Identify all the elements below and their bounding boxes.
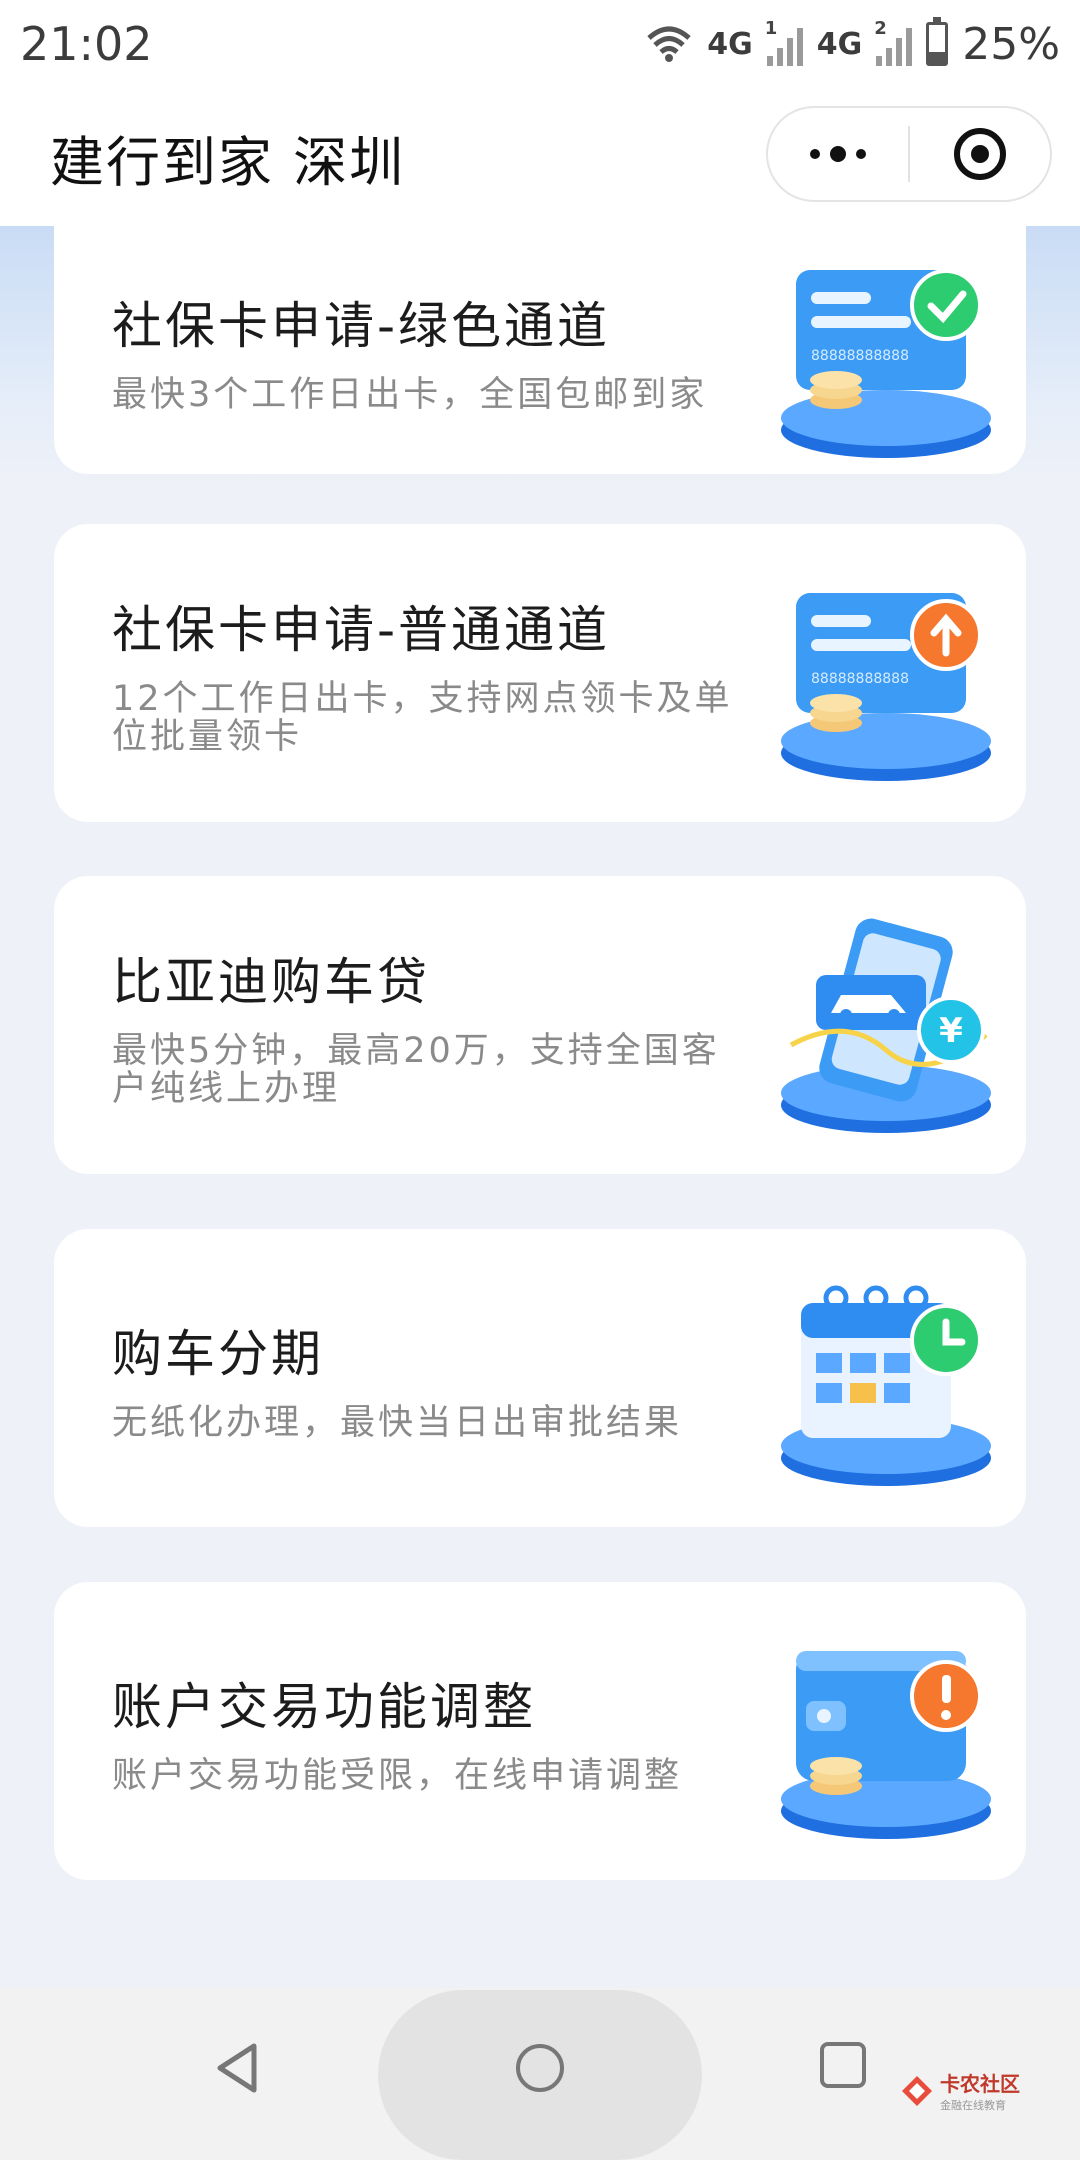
battery-icon: [926, 17, 949, 66]
watermark-logo: [902, 2075, 932, 2106]
card-number: 88888888888: [811, 671, 909, 687]
watermark: 卡农社区 金融在线教育: [900, 2068, 1020, 2113]
back-icon[interactable]: [210, 2038, 266, 2098]
close-button[interactable]: [910, 108, 1050, 200]
more-button[interactable]: [768, 108, 908, 200]
status-bar: 21:02 4G 1 4G 2 25%: [0, 0, 1080, 88]
service-card-green-channel[interactable]: 社保卡申请-绿色通道 最快3个工作日出卡，全国包邮到家 88888888888: [54, 226, 1026, 474]
service-card-normal-channel[interactable]: 社保卡申请-普通通道 12个工作日出卡，支持网点领卡及单位批量领卡 888888…: [54, 524, 1026, 822]
signal-icon: 1: [765, 18, 803, 66]
card-check-icon: 88888888888: [781, 269, 991, 458]
card-upload-icon: 88888888888: [781, 593, 991, 781]
recent-apps-icon[interactable]: [820, 2042, 866, 2088]
svg-text:¥: ¥: [939, 1011, 963, 1051]
watermark-title: 卡农社区: [940, 2072, 1020, 2096]
service-card-account-adjust[interactable]: 账户交易功能调整 账户交易功能受限，在线申请调整: [54, 1582, 1026, 1880]
network-type-2: 4G: [816, 26, 863, 62]
service-card-car-installment[interactable]: 购车分期 无纸化办理，最快当日出审批结果: [54, 1229, 1026, 1527]
card-number: 88888888888: [811, 348, 909, 364]
system-nav-bar: 卡农社区 金融在线教育: [0, 1988, 1080, 2160]
sim-2-label: 2: [874, 18, 887, 39]
watermark-subtitle: 金融在线教育: [940, 2099, 1006, 2112]
card-desc: 最快3个工作日出卡，全国包邮到家: [112, 375, 708, 415]
card-title: 社保卡申请-普通通道: [112, 601, 611, 659]
status-time: 21:02: [20, 17, 153, 71]
card-title: 比亚迪购车贷: [112, 953, 430, 1011]
card-desc: 12个工作日出卡，支持网点领卡及单位批量领卡: [112, 679, 733, 757]
battery-percent: 25%: [962, 18, 1060, 70]
card-desc: 最快5分钟，最高20万，支持全国客户纯线上办理: [112, 1031, 720, 1109]
sim-1-label: 1: [764, 18, 778, 39]
card-title: 账户交易功能调整: [112, 1678, 536, 1736]
wallet-alert-icon: [781, 1651, 991, 1839]
more-dots-icon: [810, 146, 866, 162]
status-icons: 4G 1 4G 2 25%: [645, 17, 1060, 70]
wifi-icon: [647, 26, 691, 62]
network-type-1: 4G: [707, 26, 753, 62]
signal-icon: 2: [874, 18, 913, 66]
service-card-byd-car-loan[interactable]: 比亚迪购车贷 最快5分钟，最高20万，支持全国客户纯线上办理 ¥: [54, 876, 1026, 1174]
mini-program-header: 建行到家 深圳: [0, 88, 1080, 226]
card-desc: 无纸化办理，最快当日出审批结果: [112, 1403, 683, 1443]
home-icon[interactable]: [516, 2044, 564, 2092]
card-title: 社保卡申请-绿色通道: [112, 297, 611, 355]
card-desc: 账户交易功能受限，在线申请调整: [112, 1756, 683, 1796]
service-list: 社保卡申请-绿色通道 最快3个工作日出卡，全国包邮到家 88888888888 …: [0, 226, 1080, 1906]
card-title: 购车分期: [112, 1325, 324, 1383]
calendar-clock-icon: [781, 1285, 991, 1486]
target-circle-icon: [954, 128, 1006, 180]
capsule-menu: [766, 106, 1052, 202]
page-title: 建行到家 深圳: [50, 130, 406, 194]
car-loan-icon: ¥: [781, 918, 991, 1133]
